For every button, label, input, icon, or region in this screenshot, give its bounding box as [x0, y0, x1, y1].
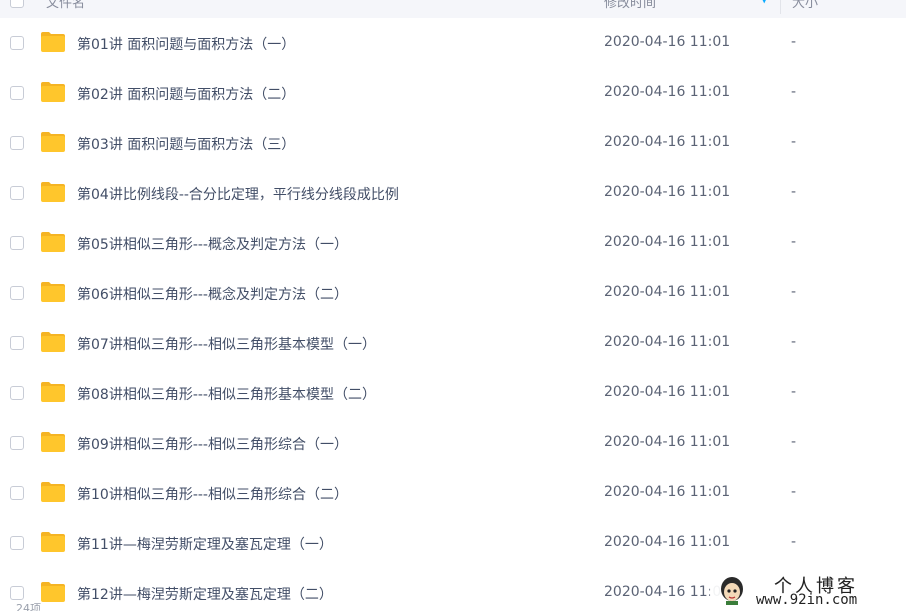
- column-header-name[interactable]: 文件名: [46, 0, 85, 11]
- file-name[interactable]: 第08讲相似三角形---相似三角形基本模型（二）: [77, 384, 376, 404]
- file-size: -: [791, 84, 797, 100]
- file-name[interactable]: 第03讲 面积问题与面积方法（三）: [77, 134, 295, 154]
- folder-icon[interactable]: [40, 581, 66, 603]
- folder-icon[interactable]: [40, 81, 66, 103]
- modified-date: 2020-04-16 11:01: [604, 34, 731, 50]
- row-checkbox[interactable]: [10, 286, 24, 300]
- modified-date: 2020-04-16 11:01: [604, 184, 731, 200]
- folder-icon[interactable]: [40, 431, 66, 453]
- file-size: -: [791, 284, 797, 300]
- avatar-icon: [721, 577, 743, 605]
- column-divider[interactable]: [780, 0, 781, 14]
- file-size: -: [791, 334, 797, 350]
- modified-date: 2020-04-16 11:01: [604, 134, 731, 150]
- row-checkbox[interactable]: [10, 186, 24, 200]
- file-name[interactable]: 第06讲相似三角形---概念及判定方法（二）: [77, 284, 348, 304]
- file-row[interactable]: 第05讲相似三角形---概念及判定方法（一） 2020-04-16 11:01 -: [0, 218, 906, 268]
- folder-icon[interactable]: [40, 31, 66, 53]
- row-checkbox[interactable]: [10, 586, 24, 600]
- modified-date: 2020-04-16 11:01: [604, 534, 731, 550]
- file-list: 第01讲 面积问题与面积方法（一） 2020-04-16 11:01- 第02讲 面…: [0, 18, 906, 611]
- file-size: -: [791, 184, 797, 200]
- row-checkbox[interactable]: [10, 436, 24, 450]
- file-size: -: [791, 134, 797, 150]
- folder-icon[interactable]: [40, 281, 66, 303]
- file-size: -: [791, 384, 797, 400]
- file-size: -: [791, 484, 797, 500]
- modified-date: 2020-04-16 11:01: [604, 334, 731, 350]
- folder-icon[interactable]: [40, 481, 66, 503]
- file-size: -: [791, 534, 797, 550]
- sort-down-icon[interactable]: ▼: [760, 0, 768, 5]
- column-header-modified[interactable]: 修改时间: [604, 0, 656, 11]
- folder-icon[interactable]: [40, 231, 66, 253]
- folder-icon[interactable]: [40, 181, 66, 203]
- row-checkbox[interactable]: [10, 36, 24, 50]
- modified-date: 2020-04-16 11:01: [604, 84, 731, 100]
- item-count: 24项: [16, 602, 41, 611]
- blog-watermark: 个人博客 www.92in.com: [710, 572, 906, 611]
- folder-icon[interactable]: [40, 331, 66, 353]
- file-row[interactable]: 第02讲 面积问题与面积方法（二） 2020-04-16 11:01 -: [0, 68, 906, 118]
- file-row[interactable]: 第04讲比例线段--合分比定理，平行线分线段成比例 2020-04-16 11:0…: [0, 168, 906, 218]
- list-header: 文件名 修改时间 ▼ 大小: [0, 0, 906, 18]
- file-size: -: [791, 34, 797, 50]
- modified-date: 2020-04-16 11:01: [604, 384, 731, 400]
- folder-icon[interactable]: [40, 131, 66, 153]
- file-name[interactable]: 第07讲相似三角形---相似三角形基本模型（一）: [77, 334, 376, 354]
- file-row[interactable]: 第01讲 面积问题与面积方法（一） 2020-04-16 11:01 -: [0, 18, 906, 68]
- file-name[interactable]: 第10讲相似三角形---相似三角形综合（二）: [77, 484, 348, 504]
- row-checkbox[interactable]: [10, 236, 24, 250]
- file-name[interactable]: 第11讲—梅涅劳斯定理及塞瓦定理（一）: [77, 534, 333, 554]
- row-checkbox[interactable]: [10, 536, 24, 550]
- file-name[interactable]: 第12讲—梅涅劳斯定理及塞瓦定理（二）: [77, 584, 333, 604]
- file-row[interactable]: 第10讲相似三角形---相似三角形综合（二） 2020-04-16 11:01 -: [0, 468, 906, 518]
- file-row[interactable]: 第07讲相似三角形---相似三角形基本模型（一） 2020-04-16 11:01…: [0, 318, 906, 368]
- column-header-size[interactable]: 大小: [792, 0, 818, 11]
- file-size: -: [791, 234, 797, 250]
- modified-date: 2020-04-16 11:01: [604, 434, 731, 450]
- modified-date: 2020-04-16 11:01: [604, 284, 731, 300]
- file-row[interactable]: 第06讲相似三角形---概念及判定方法（二） 2020-04-16 11:01 -: [0, 268, 906, 318]
- row-checkbox[interactable]: [10, 386, 24, 400]
- file-row[interactable]: 第11讲—梅涅劳斯定理及塞瓦定理（一） 2020-04-16 11:01 -: [0, 518, 906, 568]
- row-checkbox[interactable]: [10, 86, 24, 100]
- file-row[interactable]: 第08讲相似三角形---相似三角形基本模型（二） 2020-04-16 11:01…: [0, 368, 906, 418]
- row-checkbox[interactable]: [10, 486, 24, 500]
- row-checkbox[interactable]: [10, 336, 24, 350]
- folder-icon[interactable]: [40, 531, 66, 553]
- row-checkbox[interactable]: [10, 136, 24, 150]
- file-name[interactable]: 第09讲相似三角形---相似三角形综合（一）: [77, 434, 348, 454]
- file-list-page: 文件名 修改时间 ▼ 大小 第01讲 面积问题与面积方法（一） 2020-04-1…: [0, 0, 906, 611]
- file-row[interactable]: 第09讲相似三角形---相似三角形综合（一） 2020-04-16 11:01 -: [0, 418, 906, 468]
- modified-date: 2020-04-16 11:01: [604, 484, 731, 500]
- watermark-url: www.92in.com: [756, 592, 858, 608]
- file-size: -: [791, 434, 797, 450]
- folder-icon[interactable]: [40, 381, 66, 403]
- file-name[interactable]: 第04讲比例线段--合分比定理，平行线分线段成比例: [77, 184, 399, 204]
- modified-date: 2020-04-16 11:01: [604, 234, 731, 250]
- file-name[interactable]: 第05讲相似三角形---概念及判定方法（一）: [77, 234, 348, 254]
- select-all-checkbox[interactable]: [10, 0, 24, 8]
- file-name[interactable]: 第02讲 面积问题与面积方法（二）: [77, 84, 295, 104]
- file-row[interactable]: 第03讲 面积问题与面积方法（三） 2020-04-16 11:01 -: [0, 118, 906, 168]
- file-name[interactable]: 第01讲 面积问题与面积方法（一）: [77, 34, 295, 54]
